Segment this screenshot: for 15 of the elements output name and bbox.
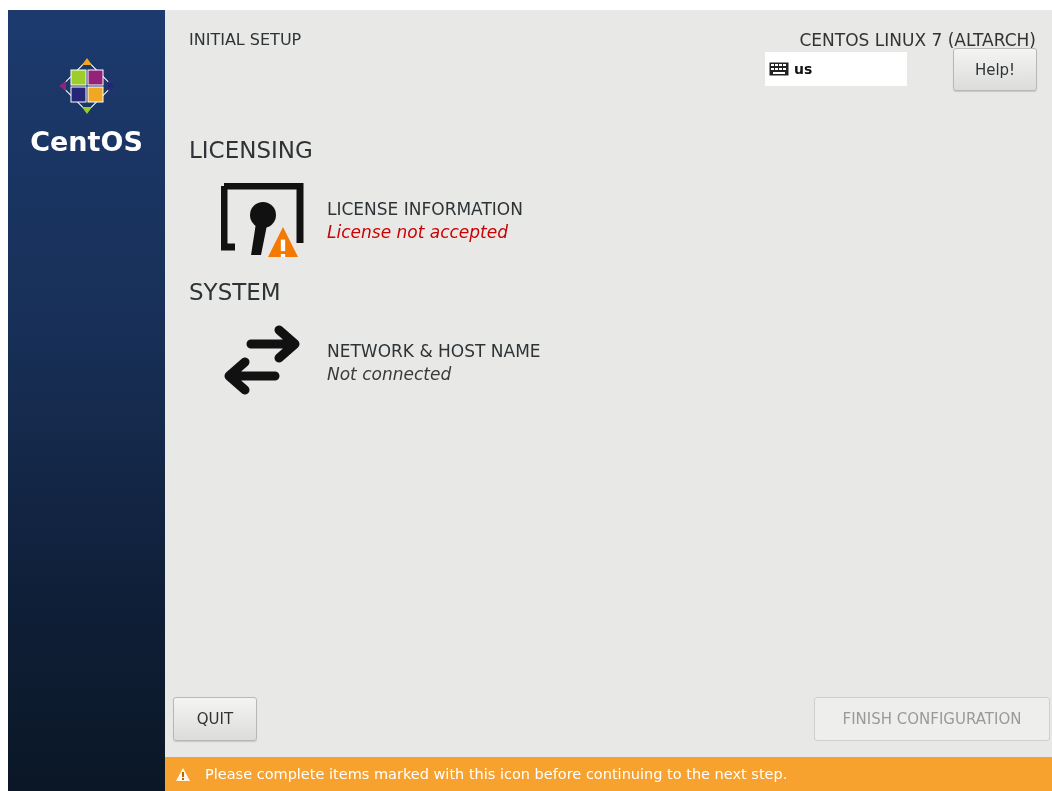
help-button[interactable]: Help! [953,48,1037,91]
spoke-status: Not connected [327,363,453,384]
section-heading: SYSTEM [188,279,282,305]
logo-text: CentOS [30,126,143,157]
quit-button[interactable]: QUIT [173,697,257,741]
product-name: CENTOS LINUX 7 (ALTARCH) [799,30,1036,50]
spoke-title[interactable]: LICENSE INFORMATION [327,198,523,219]
page-title: INITIAL SETUP [189,30,302,51]
keyboard-layout-field[interactable]: us [765,52,907,86]
warning-icon [175,766,191,782]
section-heading: LICENSING [188,137,314,163]
spoke-title[interactable]: NETWORK & HOST NAME [327,340,541,361]
warning-message: Please complete items marked with this icon before continuing to the next step. [205,766,788,782]
keyboard-icon [769,62,789,76]
spoke-status: License not accepted [327,221,509,242]
